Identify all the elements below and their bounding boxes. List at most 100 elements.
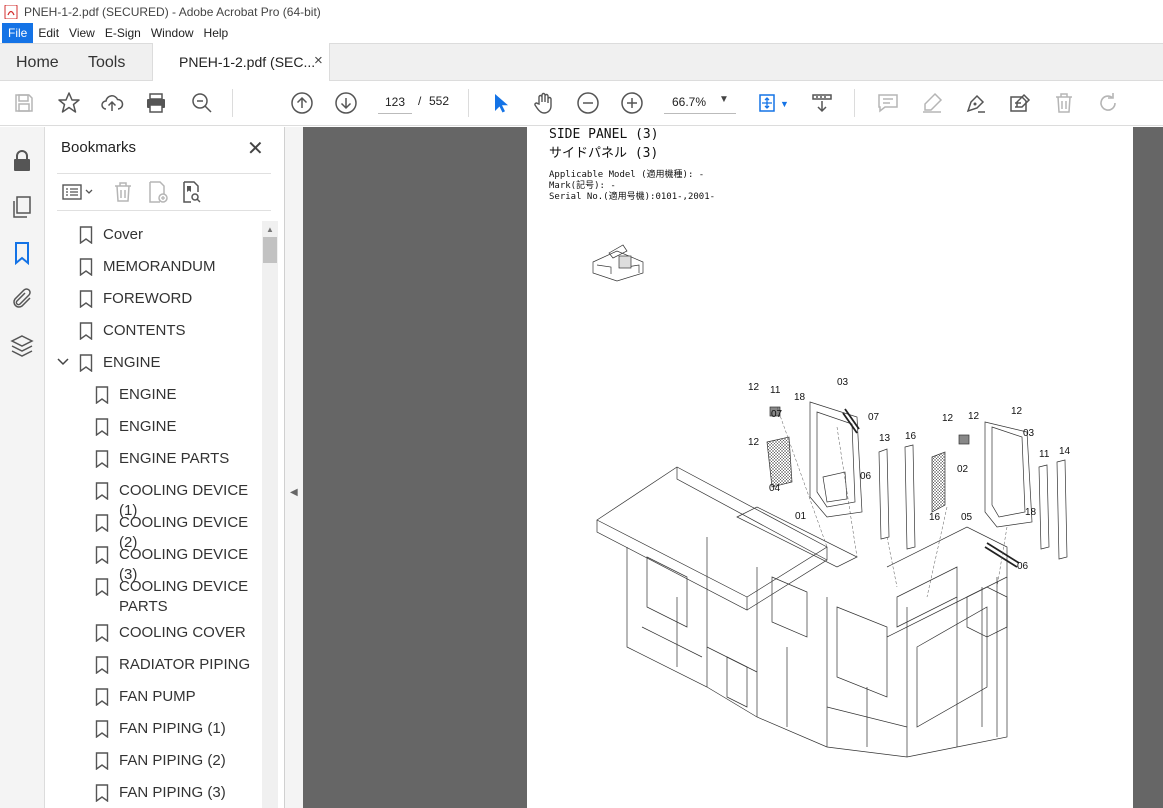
highlight-pen-icon[interactable] <box>920 91 944 115</box>
bookmark-icon <box>79 354 93 372</box>
bookmark-item-engine-sub[interactable]: ENGINE <box>45 385 261 405</box>
bookmark-item-memorandum[interactable]: MEMORANDUM <box>45 257 261 277</box>
collapse-left-arrow-icon[interactable]: ◀ <box>290 487 298 498</box>
scroll-mode-icon[interactable] <box>810 91 834 115</box>
attachment-paperclip-icon[interactable] <box>10 287 34 311</box>
bookmark-label: FAN PIPING (1) <box>119 720 226 737</box>
page-number-input[interactable]: 123 <box>378 90 412 114</box>
bookmark-item-engine-parts[interactable]: ENGINE PARTS <box>45 449 261 469</box>
delete-trash-icon[interactable] <box>1052 91 1076 115</box>
menu-view[interactable]: View <box>64 23 100 43</box>
locator-thumbnail <box>592 244 644 282</box>
bookmarks-list: Cover MEMORANDUM FOREWORD CONTENTS ENGIN… <box>45 221 261 808</box>
save-icon[interactable] <box>12 91 36 115</box>
callout-label: 01 <box>795 511 807 522</box>
fit-chevron-down-icon[interactable]: ▼ <box>780 99 789 109</box>
bookmark-icon <box>95 578 109 596</box>
menu-esign[interactable]: E-Sign <box>100 23 146 43</box>
bookmark-item-foreword[interactable]: FOREWORD <box>45 289 261 309</box>
bookmark-item-engine-sub[interactable]: ENGINE <box>45 417 261 437</box>
bookmark-icon <box>79 226 93 244</box>
bookmarks-scrollbar[interactable]: ▲ <box>262 221 278 808</box>
layers-icon[interactable] <box>10 334 34 358</box>
tab-home[interactable]: Home <box>16 54 59 72</box>
toolbar-divider <box>232 89 233 117</box>
menu-edit[interactable]: Edit <box>33 23 64 43</box>
bookmark-label: ENGINE <box>103 354 161 371</box>
bookmark-item-cooling-device-parts[interactable]: COOLING DEVICE PARTS <box>45 577 261 617</box>
bookmark-panel-icon[interactable] <box>10 241 34 266</box>
bookmark-label: COOLING DEVICE PARTS <box>119 577 248 617</box>
bookmark-label: FOREWORD <box>103 290 193 307</box>
document-view[interactable]: SIDE PANEL (3) サイドパネル (3) Applicable Mod… <box>303 127 1163 808</box>
star-icon[interactable] <box>57 91 81 115</box>
previous-page-icon[interactable] <box>290 91 314 115</box>
callout-label: 06 <box>1017 561 1029 572</box>
hand-tool-icon[interactable] <box>532 91 556 115</box>
rotate-icon[interactable] <box>1096 91 1120 115</box>
callout-label: 18 <box>794 392 806 403</box>
bookmark-item-contents[interactable]: CONTENTS <box>45 321 261 341</box>
bookmark-item-engine[interactable]: ENGINE <box>45 353 261 373</box>
zoom-search-icon[interactable] <box>190 91 214 115</box>
bookmark-label: Cover <box>103 226 144 243</box>
fit-page-icon[interactable] <box>756 91 780 115</box>
sign-pen-icon[interactable] <box>964 91 988 115</box>
bookmark-item-radiator-piping[interactable]: RADIATOR PIPING <box>45 655 261 675</box>
bookmark-item-fan-piping-1[interactable]: FAN PIPING (1) <box>45 719 261 739</box>
window-title: PNEH-1-2.pdf (SECURED) - Adobe Acrobat P… <box>24 4 321 19</box>
zoom-out-icon[interactable] <box>576 91 600 115</box>
bookmark-icon <box>95 386 109 404</box>
menu-bar: File Edit View E-Sign Window Help <box>0 23 1163 43</box>
acrobat-app-icon <box>4 4 18 19</box>
callout-label: 02 <box>957 464 969 475</box>
redact-edit-icon[interactable] <box>1008 91 1032 115</box>
scroll-up-arrow-icon[interactable]: ▲ <box>266 225 274 234</box>
pdf-page: SIDE PANEL (3) サイドパネル (3) Applicable Mod… <box>527 127 1133 808</box>
bookmark-icon <box>95 624 109 642</box>
menu-file[interactable]: File <box>2 23 34 43</box>
menu-help[interactable]: Help <box>199 23 234 43</box>
select-cursor-icon[interactable] <box>488 91 512 115</box>
bookmark-item-fan-piping-3[interactable]: FAN PIPING (3) <box>45 783 261 803</box>
callout-label: 18 <box>1025 507 1037 518</box>
tab-tools[interactable]: Tools <box>88 54 125 72</box>
close-icon[interactable]: ✕ <box>247 136 264 161</box>
bookmark-icon <box>95 656 109 674</box>
bookmark-label: FAN PIPING (3) <box>119 784 226 801</box>
print-icon[interactable] <box>144 91 168 115</box>
page-thumbnails-icon[interactable] <box>10 195 34 219</box>
bookmark-item-cover[interactable]: Cover <box>45 225 261 245</box>
zoom-in-icon[interactable] <box>620 91 644 115</box>
next-page-icon[interactable] <box>334 91 358 115</box>
callout-labels: 12 11 03 18 07 12 12 04 13 16 06 01 12 1… <box>748 377 1071 572</box>
lock-icon[interactable] <box>10 149 34 173</box>
bookmark-label: MEMORANDUM <box>103 258 216 275</box>
delete-bookmark-icon[interactable] <box>111 180 135 204</box>
bookmark-label: ENGINE <box>119 386 177 403</box>
title-bar: PNEH-1-2.pdf (SECURED) - Adobe Acrobat P… <box>0 0 1163 23</box>
zoom-level-dropdown[interactable]: 66.7% ▼ <box>664 90 736 114</box>
callout-label: 12 <box>748 437 760 448</box>
tab-document[interactable]: PNEH-1-2.pdf (SEC... × <box>152 43 330 82</box>
right-panel-parts <box>931 421 1068 568</box>
callout-label: 11 <box>1039 449 1050 460</box>
upload-cloud-icon[interactable] <box>100 91 124 115</box>
bookmark-item-fan-pump[interactable]: FAN PUMP <box>45 687 261 707</box>
callout-label: 12 <box>1011 406 1023 417</box>
callout-label: 12 <box>748 382 760 393</box>
bookmark-icon <box>79 322 93 340</box>
comment-icon[interactable] <box>876 91 900 115</box>
bookmark-item-fan-piping-2[interactable]: FAN PIPING (2) <box>45 751 261 771</box>
bookmarks-panel: Bookmarks ✕ Cover MEMORANDUM FOREWORD CO… <box>45 127 285 808</box>
scrollbar-thumb[interactable] <box>263 237 277 263</box>
find-bookmark-icon[interactable] <box>179 180 203 204</box>
bookmark-item-cooling-cover[interactable]: COOLING COVER <box>45 623 261 643</box>
bookmark-options-icon[interactable] <box>61 180 97 204</box>
menu-window[interactable]: Window <box>146 23 199 43</box>
left-rail <box>0 127 45 808</box>
new-bookmark-icon[interactable] <box>145 180 169 204</box>
tab-close-icon[interactable]: × <box>314 52 323 69</box>
bookmark-label-line: PARTS <box>119 598 168 615</box>
leader-lines <box>776 406 1008 598</box>
